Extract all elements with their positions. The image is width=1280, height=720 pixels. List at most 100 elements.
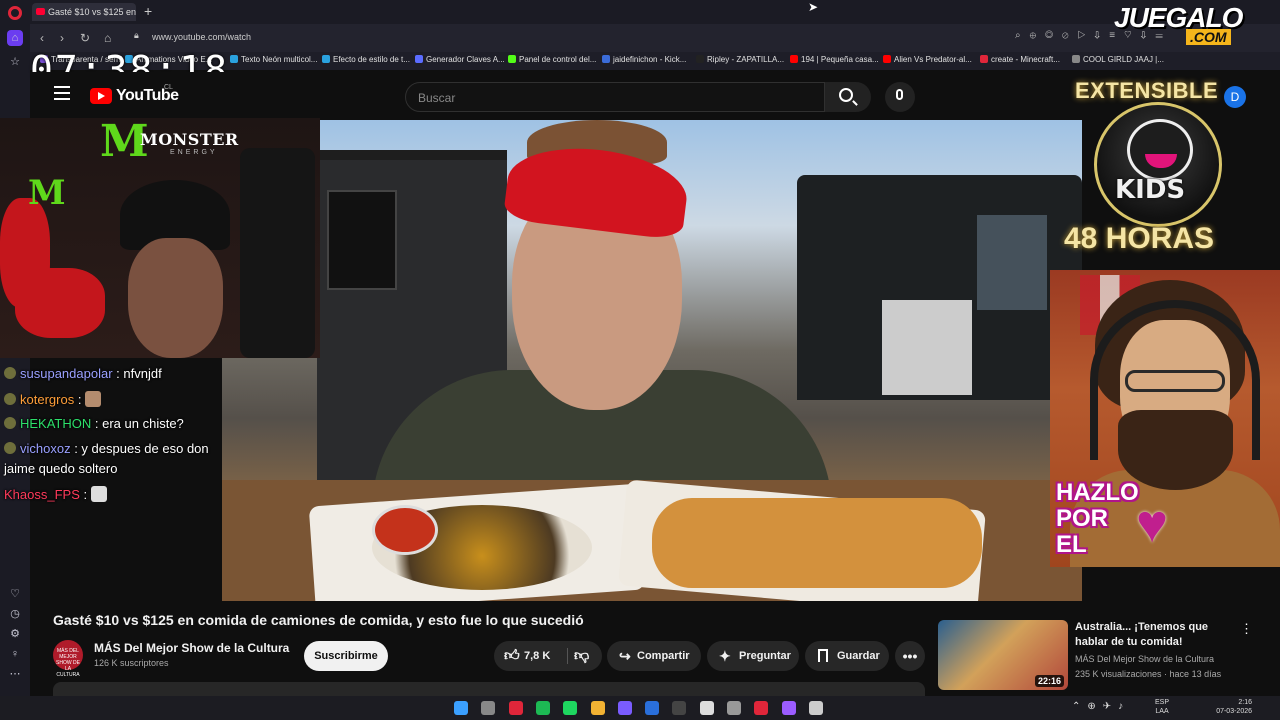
bookmark-item[interactable]: 194 | Pequeña casa...	[790, 55, 879, 64]
chat-emote-icon	[85, 391, 102, 407]
account-avatar[interactable]: D	[1224, 86, 1246, 108]
chat-username[interactable]: Khaoss_FPS	[4, 487, 80, 502]
save-button[interactable]: Guardar	[805, 641, 889, 671]
taskbar-app-icon[interactable]	[808, 701, 823, 715]
system-time: 2:16	[1238, 699, 1252, 706]
taskbar-app-icon[interactable]	[754, 701, 769, 715]
back-arrow-icon[interactable]: ‹	[40, 31, 44, 45]
taskbar-app-icon[interactable]	[699, 701, 714, 715]
taskbar-app-icon[interactable]	[481, 701, 496, 715]
description-box[interactable]	[53, 682, 925, 696]
share-icon: ↪	[619, 648, 631, 664]
taskbar-app-icon[interactable]	[590, 701, 605, 715]
chat-text: : y despues de eso don	[74, 441, 209, 456]
recommended-meta: 235 K visualizaciones · hace 13 días	[1075, 669, 1222, 679]
channel-avatar[interactable]: MÁS DEL MEJOR SHOW DE LA CULTURA	[53, 640, 83, 678]
bookmark-item[interactable]: Alien Vs Predator-al...	[883, 55, 972, 64]
reload-icon[interactable]: ↻	[80, 31, 90, 45]
new-tab-button[interactable]: +	[144, 3, 152, 19]
microphone-icon	[896, 89, 903, 100]
bookmark-label: 194 | Pequeña casa...	[801, 55, 879, 64]
bulb-icon[interactable]: ♀	[7, 646, 23, 662]
like-button[interactable]: 👍︎	[504, 641, 520, 671]
bookmark-favicon-icon	[980, 55, 988, 63]
bookmark-label: Efecto de estilo de t...	[333, 55, 410, 64]
bookmark-label: jaidefinichon - Kick...	[613, 55, 687, 64]
sparkle-icon: ✦	[719, 648, 731, 664]
home-icon[interactable]: ⌂	[104, 31, 111, 45]
pin-icon[interactable]: ☆	[7, 54, 23, 70]
recommended-menu-icon[interactable]: ⋮	[1240, 621, 1253, 637]
taskbar-app-icon[interactable]	[645, 701, 660, 715]
taskbar-app-icon[interactable]	[535, 701, 550, 715]
search-button[interactable]	[825, 82, 871, 112]
like-count[interactable]: 7,8 K	[524, 641, 550, 671]
video-player[interactable]	[222, 120, 1082, 601]
chat-username[interactable]: kotergros	[20, 392, 74, 407]
history-icon[interactable]: ◷	[7, 606, 23, 622]
system-clock[interactable]: 2:16 07-03-2026	[1208, 698, 1252, 716]
system-tray-icons[interactable]: ⌃⊕✈♪	[1072, 701, 1130, 712]
taskbar-app-icon[interactable]	[563, 701, 578, 715]
more-actions-button[interactable]: •••	[895, 641, 925, 671]
taskbar-app-icon[interactable]	[672, 701, 687, 715]
forward-arrow-icon[interactable]: ›	[60, 31, 64, 45]
share-label: Compartir	[637, 650, 690, 662]
workspace-icon[interactable]: ⌂	[7, 30, 23, 46]
bookmark-item[interactable]: Ripley - ZAPATILLA...	[696, 55, 784, 64]
chat-emote-icon	[90, 486, 107, 502]
chat-badge-icon	[4, 367, 16, 379]
opera-logo-icon[interactable]	[8, 6, 22, 20]
chat-username[interactable]: susupandapolar	[20, 366, 113, 381]
bookmark-item[interactable]: Texto Neón multicol...	[230, 55, 317, 64]
taskbar-app-icon[interactable]	[781, 701, 796, 715]
share-button[interactable]: ↪ Compartir	[607, 641, 701, 671]
truck-window	[977, 215, 1047, 310]
region-code: CL	[164, 84, 173, 91]
url-field[interactable]: www.youtube.com/watch	[152, 32, 251, 42]
bookmark-favicon-icon	[696, 55, 704, 63]
ask-button[interactable]: ✦ Preguntar	[707, 641, 799, 671]
cheesesteak-sandwich	[652, 498, 982, 588]
chat-message: HEKATHON : era un chiste?	[4, 416, 184, 431]
youtube-logo-icon[interactable]	[90, 88, 112, 104]
taskbar-app-icon[interactable]	[617, 701, 632, 715]
lock-icon[interactable]: 🔒︎	[134, 30, 139, 41]
more-dots-icon[interactable]: ⋯	[7, 666, 23, 682]
sauce-cup	[372, 505, 438, 555]
chat-username[interactable]: HEKATHON	[20, 416, 91, 431]
taskbar-app-icon[interactable]	[727, 701, 741, 715]
settings-gear-icon[interactable]: ⚙	[7, 626, 23, 642]
bookmark-favicon-icon	[230, 55, 238, 63]
chat-text: : nfvnjdf	[116, 366, 162, 381]
bookmark-item[interactable]: create - Minecraft...	[980, 55, 1060, 64]
windows-start-icon[interactable]	[454, 701, 468, 715]
ask-label: Preguntar	[739, 650, 791, 662]
chat-badge-icon	[4, 442, 16, 454]
bookmark-item[interactable]: Generador Claves A...	[415, 55, 505, 64]
voice-search-button[interactable]	[885, 82, 915, 112]
heart-icon[interactable]: ♡	[7, 586, 23, 602]
channel-name[interactable]: MÁS Del Mejor Show de la Cultura	[94, 641, 289, 655]
bookmark-item[interactable]: Panel de control del...	[508, 55, 596, 64]
dislike-button[interactable]: 👎︎	[574, 641, 589, 671]
extensible-label: EXTENSIBLE	[1075, 78, 1219, 103]
bookmark-item[interactable]: Efecto de estilo de t...	[322, 55, 410, 64]
taskbar-app-icon[interactable]	[508, 701, 523, 715]
chat-username[interactable]: vichoxoz	[20, 441, 71, 456]
streamer-face	[128, 238, 223, 358]
browser-tab-active[interactable]: Gasté $10 vs $125 en	[32, 3, 136, 21]
subscribe-button[interactable]: Suscribirme	[304, 641, 388, 671]
bookmark-favicon-icon	[415, 55, 423, 63]
bookmark-item[interactable]: COOL GIRLD JAAJ |...	[1072, 55, 1164, 64]
chat-message: Khaoss_FPS :	[4, 486, 107, 502]
recommended-thumbnail[interactable]: 22:16	[938, 620, 1068, 690]
bookmark-item[interactable]: jaidefinichon - Kick...	[602, 55, 686, 64]
hamburger-menu-icon[interactable]	[54, 86, 70, 100]
recommended-title[interactable]: Australia... ¡Tenemos que hablar de tu c…	[1075, 620, 1240, 650]
language-indicator[interactable]: ESP LAA	[1155, 698, 1169, 716]
juegalo-watermark: JUEGALO .COM	[1114, 2, 1278, 48]
recommended-channel[interactable]: MÁS Del Mejor Show de la Cultura	[1075, 654, 1214, 664]
bookmark-favicon-icon	[883, 55, 891, 63]
search-input[interactable]: Buscar	[405, 82, 825, 112]
